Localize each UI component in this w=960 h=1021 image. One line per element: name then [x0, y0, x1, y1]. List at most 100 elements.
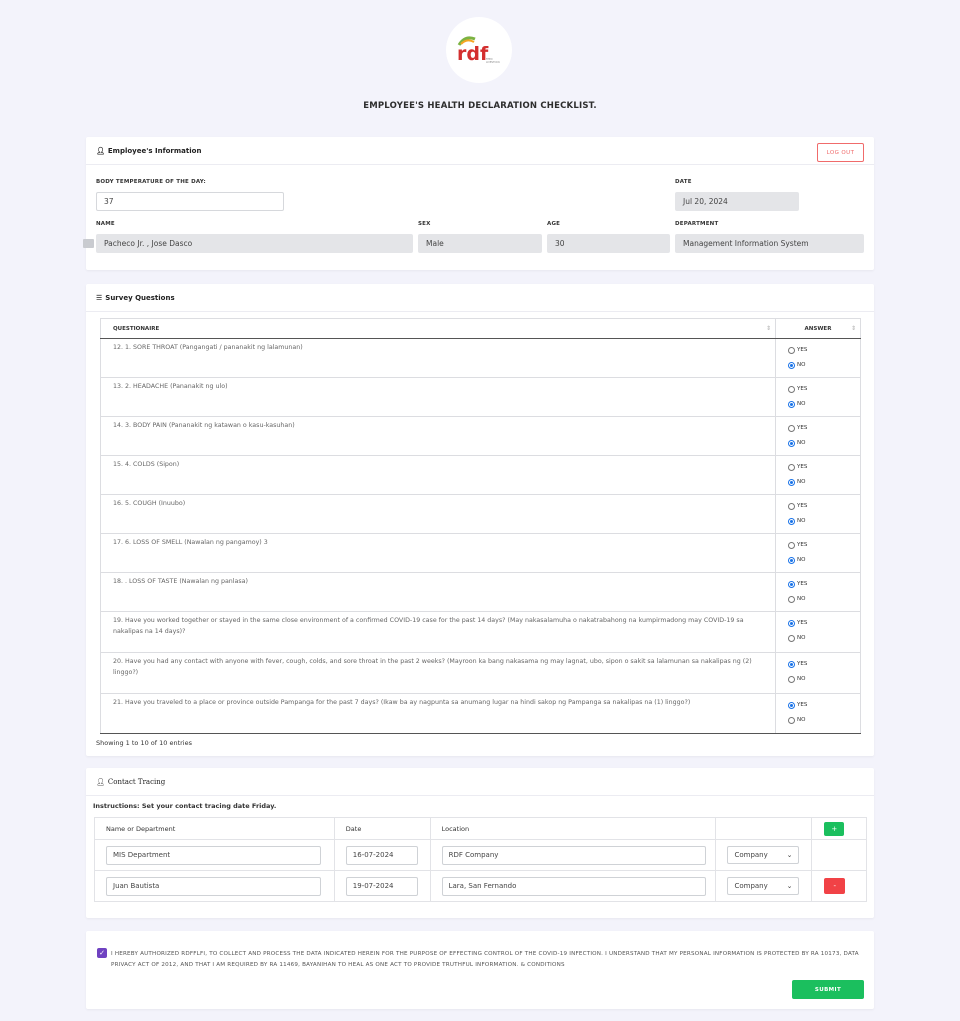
survey-row: 13. 2. HEADACHE (Pananakit ng ulo) YES NO [100, 377, 861, 417]
radio-no[interactable] [788, 401, 795, 408]
survey-answer: YES NO [775, 338, 861, 378]
radio-no[interactable] [788, 518, 795, 525]
answer-option-no[interactable]: NO [788, 553, 860, 568]
radio-label: NO [797, 479, 806, 486]
survey-row: 15. 4. COLDS (Sipon) YES NO [100, 455, 861, 495]
column-header-answer[interactable]: ANSWER ⇕ [775, 318, 861, 339]
radio-label: YES [797, 661, 808, 668]
column-header-date: Date [333, 817, 431, 840]
radio-no[interactable] [788, 717, 795, 724]
answer-option-no[interactable]: NO [788, 475, 860, 490]
radio-yes[interactable] [788, 347, 795, 354]
contact-location-input[interactable]: Lara, San Fernando [441, 876, 706, 896]
radio-yes[interactable] [788, 702, 795, 709]
survey-answer: YES NO [775, 455, 861, 495]
company-logo: rdf FEED LIVESTOCK [446, 17, 512, 83]
contact-tracing-table: Name or Department Date Location + MIS D… [94, 817, 867, 902]
delete-row-button[interactable]: - [824, 878, 846, 894]
contact-date-input[interactable]: 19-07-2024 [345, 876, 418, 896]
radio-no[interactable] [788, 635, 795, 642]
contact-instructions: Instructions: Set your contact tracing d… [93, 802, 277, 810]
survey-table: QUESTIONAIRE ⇕ ANSWER ⇕ 12. 1. SORE THROAT… [100, 318, 861, 734]
survey-row: 21. Have you traveled to a place or prov… [100, 693, 861, 734]
answer-option-yes[interactable]: YES [788, 538, 860, 553]
survey-answer: YES NO [775, 693, 861, 734]
survey-question: 16. 5. COUGH (Inuubo) [100, 494, 776, 534]
radio-yes[interactable] [788, 464, 795, 471]
answer-option-no[interactable]: NO [788, 436, 860, 451]
survey-question: 13. 2. HEADACHE (Pananakit ng ulo) [100, 377, 776, 417]
survey-row: 16. 5. COUGH (Inuubo) YES NO [100, 494, 861, 534]
radio-label: NO [797, 518, 806, 525]
contact-location-input[interactable]: RDF Company [441, 845, 706, 865]
contact-tracing-header: 👤︎ Contact Tracing [86, 768, 874, 796]
rdf-logo-icon: rdf FEED LIVESTOCK [457, 36, 500, 65]
radio-yes[interactable] [788, 661, 795, 668]
answer-option-yes[interactable]: YES [788, 421, 860, 436]
radio-no[interactable] [788, 676, 795, 683]
temperature-input[interactable]: 37 [96, 192, 284, 211]
radio-no[interactable] [788, 557, 795, 564]
answer-option-yes[interactable]: YES [788, 698, 860, 713]
answer-option-no[interactable]: NO [788, 592, 860, 607]
survey-question: 19. Have you worked together or stayed i… [100, 611, 776, 653]
survey-row: 17. 6. LOSS OF SMELL (Nawalan ng pangamo… [100, 533, 861, 573]
list-icon: ☰ [96, 293, 103, 302]
temperature-label: BODY TEMPERATURE OF THE DAY: [96, 179, 206, 185]
collapse-handle[interactable] [83, 239, 94, 248]
name-label: NAME [96, 221, 115, 227]
survey-row: 14. 3. BODY PAIN (Pananakit ng katawan o… [100, 416, 861, 456]
employee-info-header: 👤︎ Employee's Information [86, 137, 874, 165]
radio-label: NO [797, 635, 806, 642]
submit-button[interactable]: SUBMIT [792, 980, 864, 999]
logout-button[interactable]: LOG OUT [817, 143, 864, 162]
answer-option-no[interactable]: NO [788, 397, 860, 412]
radio-yes[interactable] [788, 542, 795, 549]
answer-option-no[interactable]: NO [788, 672, 860, 687]
sex-label: SEX [418, 221, 431, 227]
answer-option-yes[interactable]: YES [788, 657, 860, 672]
answer-option-yes[interactable]: YES [788, 499, 860, 514]
radio-label: YES [797, 503, 808, 510]
answer-option-no[interactable]: NO [788, 713, 860, 728]
contact-type-select[interactable]: Company ⌄ [727, 877, 800, 895]
column-header-question[interactable]: QUESTIONAIRE ⇕ [100, 318, 776, 339]
survey-row: 19. Have you worked together or stayed i… [100, 611, 861, 653]
page-title: EMPLOYEE'S HEALTH DECLARATION CHECKLIST. [363, 101, 597, 111]
consent-checkbox[interactable]: ✓ [97, 948, 107, 958]
survey-question: 17. 6. LOSS OF SMELL (Nawalan ng pangamo… [100, 533, 776, 573]
answer-option-yes[interactable]: YES [788, 382, 860, 397]
radio-yes[interactable] [788, 425, 795, 432]
answer-option-yes[interactable]: YES [788, 577, 860, 592]
answer-option-yes[interactable]: YES [788, 460, 860, 475]
radio-no[interactable] [788, 479, 795, 486]
answer-option-yes[interactable]: YES [788, 343, 860, 358]
contact-type-select[interactable]: Company ⌄ [727, 846, 800, 864]
age-field: 30 [547, 234, 670, 253]
user-icon: 👤︎ [96, 777, 105, 786]
contact-date-input[interactable]: 16-07-2024 [345, 845, 418, 865]
radio-no[interactable] [788, 362, 795, 369]
answer-option-no[interactable]: NO [788, 514, 860, 529]
radio-label: NO [797, 401, 806, 408]
chevron-down-icon: ⌄ [786, 851, 793, 859]
answer-option-yes[interactable]: YES [788, 616, 860, 631]
radio-yes[interactable] [788, 503, 795, 510]
radio-yes[interactable] [788, 581, 795, 588]
department-field: Management Information System [675, 234, 864, 253]
radio-yes[interactable] [788, 386, 795, 393]
survey-answer: YES NO [775, 416, 861, 456]
entries-info: Showing 1 to 10 of 10 entries [96, 739, 192, 747]
answer-option-no[interactable]: NO [788, 358, 860, 373]
survey-question: 21. Have you traveled to a place or prov… [100, 693, 776, 734]
answer-option-no[interactable]: NO [788, 631, 860, 646]
survey-card: ☰ Survey Questions QUESTIONAIRE ⇕ ANSWER ⇕… [86, 284, 874, 756]
radio-yes[interactable] [788, 620, 795, 627]
radio-no[interactable] [788, 440, 795, 447]
chevron-down-icon: ⌄ [786, 882, 793, 890]
contact-name-input[interactable]: MIS Department [106, 845, 321, 865]
add-row-button[interactable]: + [824, 821, 845, 836]
radio-label: NO [797, 362, 806, 369]
contact-name-input[interactable]: Juan Bautista [106, 876, 321, 896]
radio-no[interactable] [788, 596, 795, 603]
